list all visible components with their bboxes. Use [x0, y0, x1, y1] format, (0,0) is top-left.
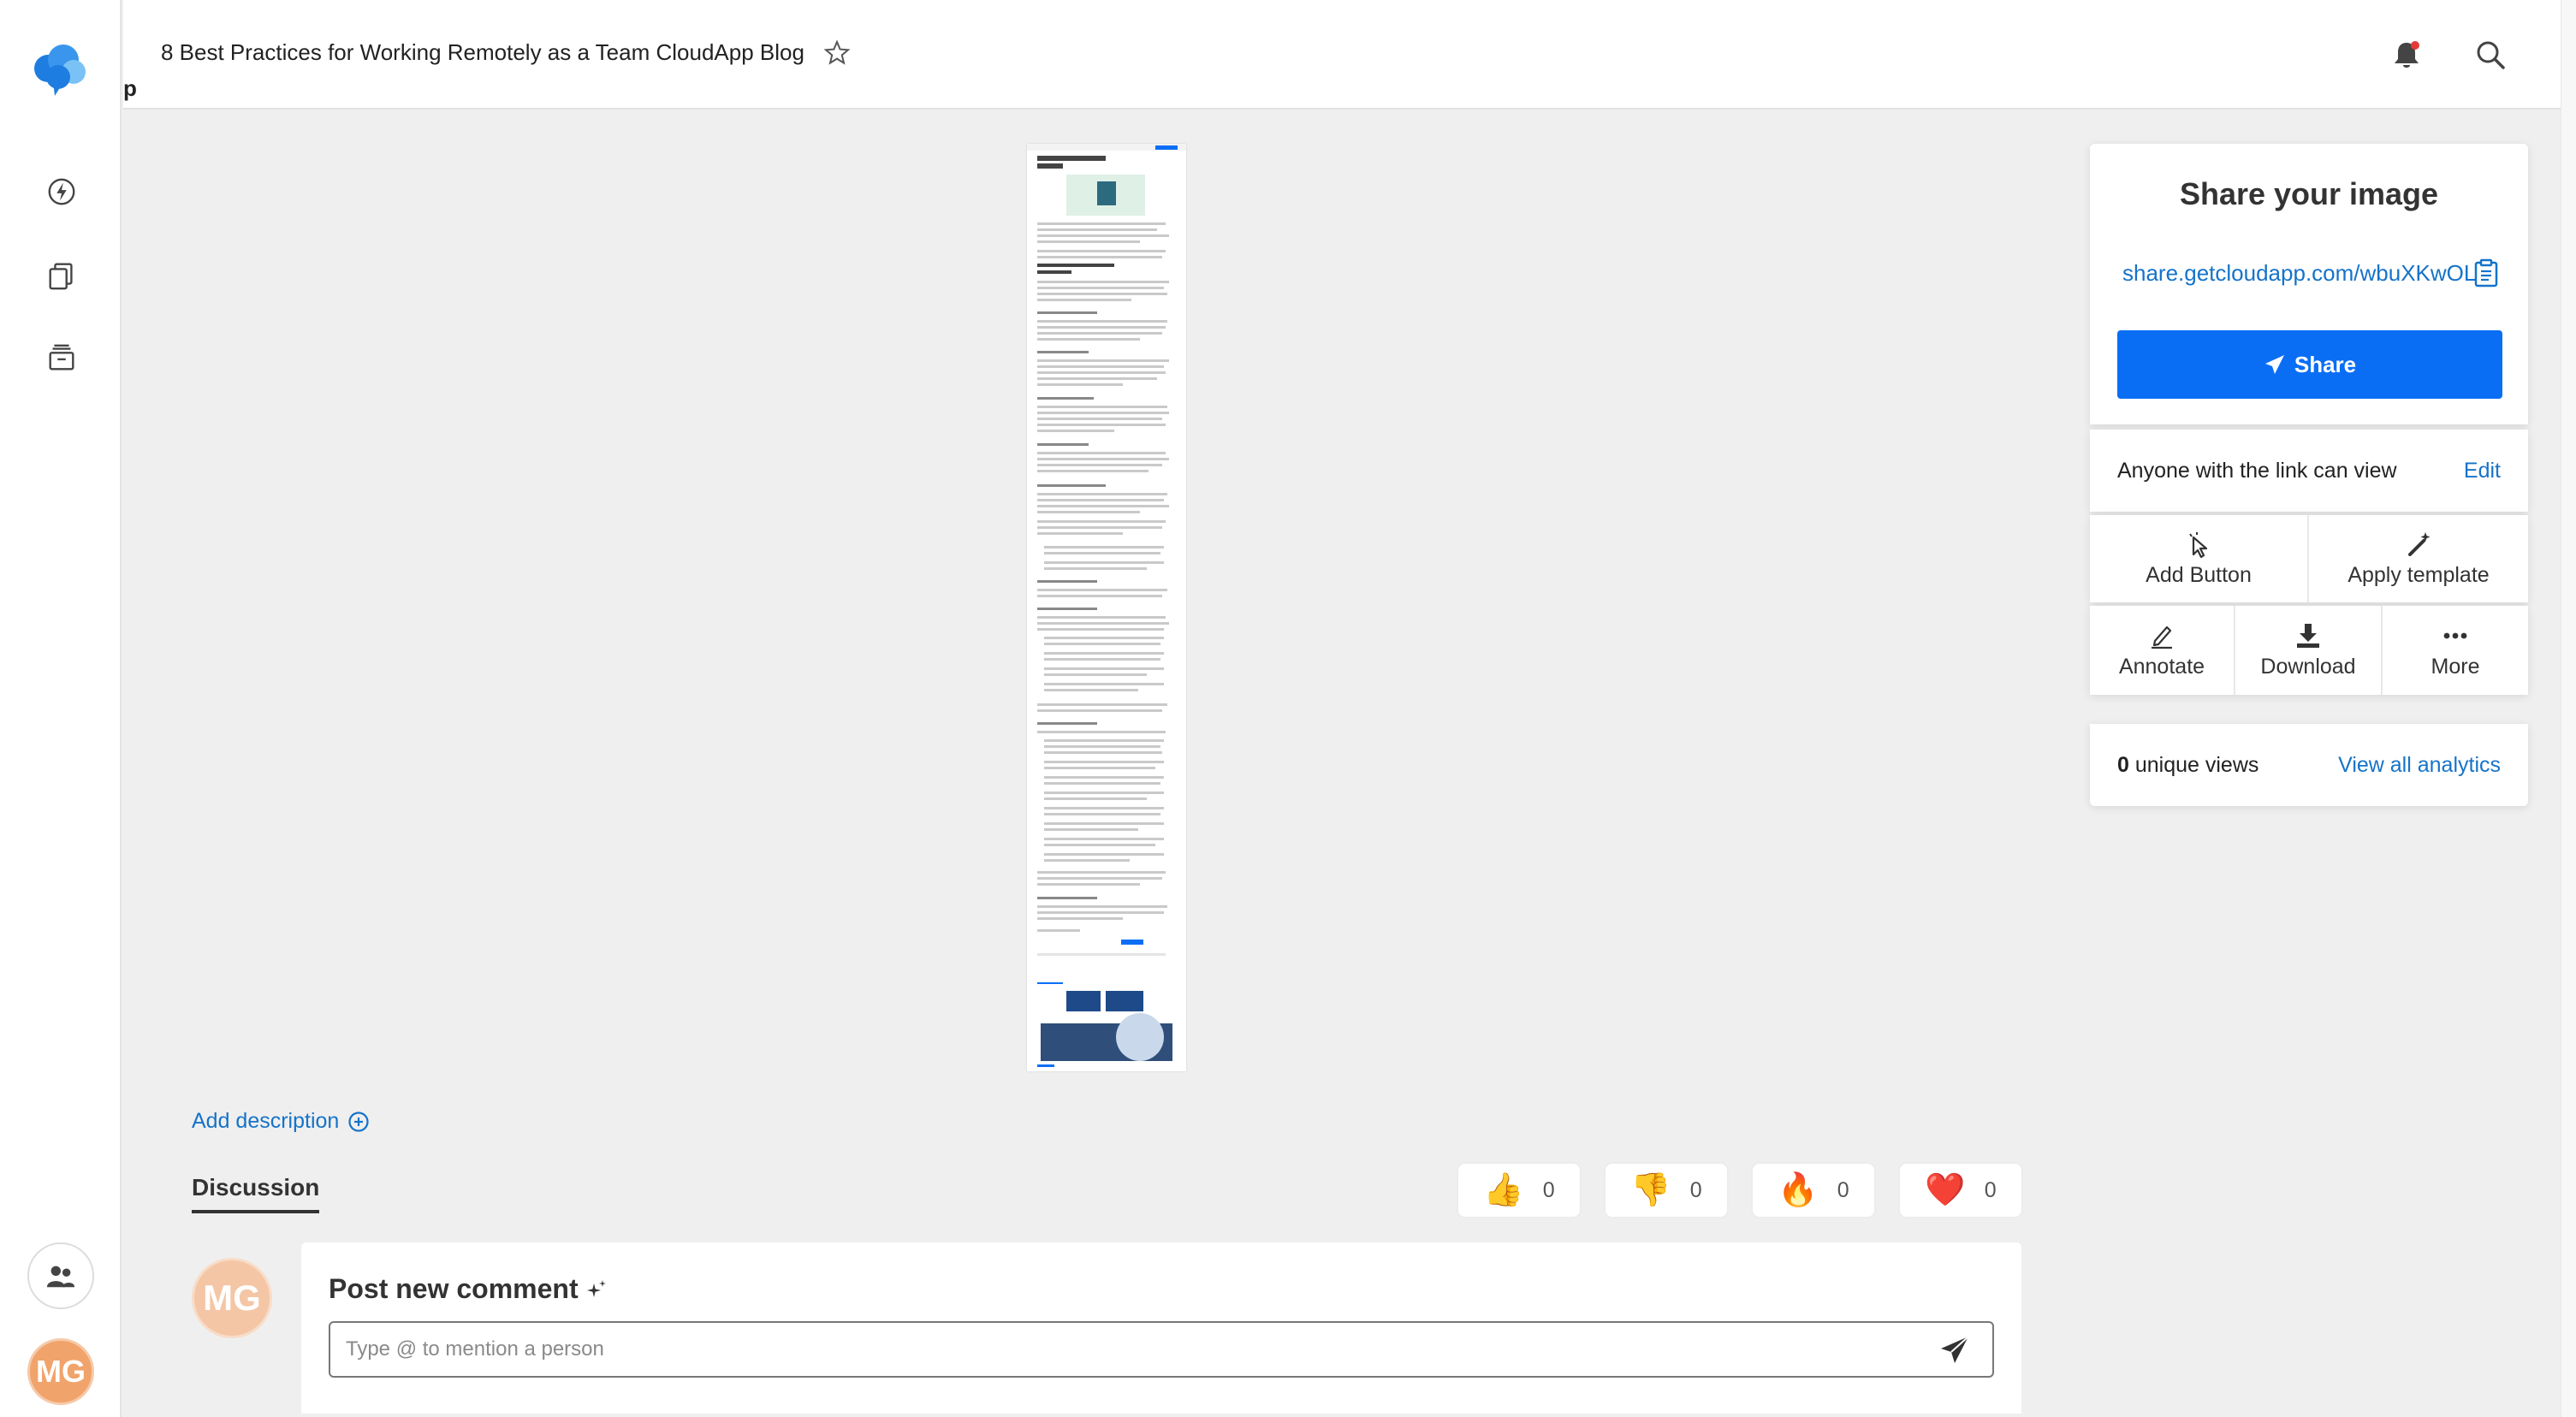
heart-icon: ❤️: [1925, 1172, 1966, 1208]
team-icon: [46, 1266, 75, 1288]
pencil-icon: [2152, 625, 2172, 649]
tab-discussion[interactable]: Discussion: [192, 1174, 320, 1213]
fire-icon: 🔥: [1778, 1172, 1819, 1208]
apply-template-label: Apply template: [2347, 562, 2490, 587]
cursor-click-icon: [2189, 531, 2208, 558]
star-icon[interactable]: [823, 39, 851, 67]
sidebar-item-activity[interactable]: [39, 169, 84, 214]
team-button[interactable]: [27, 1242, 94, 1309]
notification-bell-icon[interactable]: [2389, 38, 2424, 72]
more-label: More: [2431, 654, 2480, 679]
comment-input[interactable]: [329, 1321, 1994, 1378]
reaction-thumbs-down[interactable]: 👎 0: [1604, 1162, 1729, 1218]
add-description-label: Add description: [192, 1109, 340, 1133]
reaction-fire[interactable]: 🔥 0: [1751, 1162, 1876, 1218]
annotate-action[interactable]: Annotate: [2090, 606, 2235, 695]
reaction-count: 0: [1837, 1177, 1849, 1202]
apply-template-action[interactable]: Apply template: [2309, 515, 2528, 602]
thumbs-up-icon: 👍: [1483, 1172, 1524, 1208]
views-count: 0: [2117, 753, 2129, 777]
copy-icon: [49, 263, 73, 290]
plus-circle-icon: [348, 1111, 369, 1132]
share-button[interactable]: Share: [2117, 330, 2502, 399]
add-button-label: Add Button: [2146, 562, 2252, 587]
comment-title: Post new comment: [329, 1273, 608, 1305]
more-action[interactable]: More: [2383, 606, 2528, 695]
view-all-analytics-link[interactable]: View all analytics: [2338, 753, 2501, 778]
ellipsis-icon: [2443, 632, 2467, 638]
top-header: 8 Best Practices for Working Remotely as…: [123, 0, 2576, 110]
add-button-action[interactable]: Add Button: [2090, 515, 2309, 602]
archive-icon: [49, 344, 74, 371]
scrollbar[interactable]: [2561, 0, 2576, 1417]
comment-title-text: Post new comment: [329, 1273, 579, 1304]
sidebar-item-archive[interactable]: [39, 335, 84, 380]
user-avatar[interactable]: MG: [27, 1338, 94, 1405]
reaction-count: 0: [1542, 1177, 1555, 1202]
action-row-primary: Add Button Apply template: [2090, 515, 2528, 602]
lightning-icon: [48, 178, 75, 205]
cloudapp-logo[interactable]: [29, 38, 92, 101]
send-icon[interactable]: [1939, 1335, 1970, 1366]
sidebar-item-library[interactable]: [39, 253, 84, 298]
image-preview[interactable]: [1027, 144, 1186, 1071]
page-title: 8 Best Practices for Working Remotely as…: [161, 39, 804, 65]
title-overflow-text: p: [123, 75, 137, 101]
comment-card: Post new comment: [301, 1242, 2021, 1414]
thumbs-down-icon: 👎: [1630, 1172, 1671, 1208]
unique-views: 0 unique views: [2117, 753, 2258, 778]
reaction-count: 0: [1984, 1177, 1997, 1202]
download-icon: [2297, 623, 2319, 648]
share-title: Share your image: [2179, 176, 2439, 211]
reaction-count: 0: [1689, 1177, 1702, 1202]
paper-plane-icon: [2264, 355, 2284, 374]
action-row-secondary: Annotate Download More: [2090, 606, 2528, 695]
share-button-label: Share: [2294, 351, 2357, 377]
permission-text: Anyone with the link can view: [2117, 459, 2397, 483]
views-label: unique views: [2128, 753, 2259, 777]
share-card: Share your image share.getcloudapp.com/w…: [2090, 144, 2528, 424]
search-icon[interactable]: [2473, 38, 2508, 72]
share-link[interactable]: share.getcloudapp.com/wbuXKwOL: [2122, 260, 2476, 287]
reaction-thumbs-up[interactable]: 👍 0: [1457, 1162, 1582, 1218]
download-action[interactable]: Download: [2235, 606, 2383, 695]
add-description-link[interactable]: Add description: [192, 1109, 370, 1134]
edit-permission-link[interactable]: Edit: [2464, 459, 2501, 483]
permission-card: Anyone with the link can view Edit: [2090, 430, 2528, 512]
commenter-avatar: MG: [192, 1258, 272, 1338]
reaction-heart[interactable]: ❤️ 0: [1898, 1162, 2023, 1218]
clipboard-icon[interactable]: [2473, 258, 2499, 288]
analytics-card: 0 unique views View all analytics: [2090, 724, 2528, 806]
annotate-label: Annotate: [2118, 654, 2205, 679]
sparkle-icon: [586, 1279, 606, 1297]
magic-wand-icon: [2408, 531, 2431, 556]
download-label: Download: [2260, 654, 2356, 679]
sidebar: MG: [0, 0, 122, 1417]
